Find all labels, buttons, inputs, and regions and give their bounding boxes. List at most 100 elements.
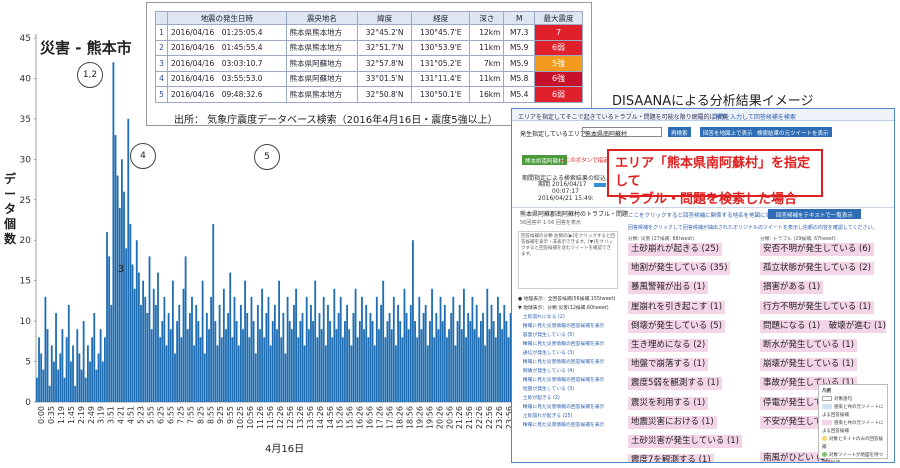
answer-tag[interactable]: 行方不明が発生している (1) (760, 300, 874, 314)
disaster-column: 分類: 災害 (27候補, 88tweet) 土砂崩れが起きる (25) 地割が発… (628, 235, 756, 462)
show-tweets-button[interactable]: 検索結果の元ツイートを表示 (754, 127, 832, 137)
tree-item[interactable]: 精報に見た災害情報の回答候補を表示 (518, 403, 622, 412)
answer-tag[interactable]: 倒壊が発生している (5) (628, 319, 725, 333)
chart-bar (188, 313, 191, 402)
tree-item[interactable]: 地震が発生している (3) (518, 385, 622, 394)
period-end: 2016/04/21 15:49: (538, 195, 594, 202)
answer-tag[interactable]: 孤立状態が発生している (2) (760, 262, 874, 276)
chart-bar (108, 256, 111, 402)
x-tick-label: 20:56 (445, 406, 454, 429)
chart-bar (320, 329, 323, 402)
chart-bar (303, 345, 306, 402)
map-hint-link[interactable]: ここをクリックすると回答候補に関係する地名を地図に表示 (628, 211, 777, 219)
chart-bar (433, 337, 436, 402)
show-map-button[interactable]: 回答を地図上で表示 (700, 127, 756, 137)
chart-bar (53, 361, 55, 402)
y-tick-label: 20 (20, 236, 32, 246)
chart-bar (352, 313, 355, 402)
answer-tag[interactable]: 安否不明が発生している (6) (760, 243, 874, 256)
x-tick-label: 9:25 (216, 406, 225, 424)
chart-bar (414, 321, 416, 402)
answer-tag[interactable]: 崖崩れを引き起こす (1) (628, 300, 726, 314)
tweet-hint: 回答候補をクリックして回答候補が抽出されたオリジナルのツイートを表示し信頼の内容… (628, 225, 878, 231)
chart-bar (86, 345, 89, 402)
tree-item[interactable]: ▼ 地球表示：分類 災害(12候補,60tweet) (518, 304, 622, 313)
left-pane-description: 回答候補の分類 左側の[▶]をクリックすると回答候補を表示・非表示できます。[▼… (518, 231, 618, 289)
answer-tag[interactable]: 震災を利用する (1) (628, 396, 709, 410)
chart-bar (242, 329, 244, 402)
chart-bar (278, 280, 281, 402)
chart-bar (333, 288, 336, 402)
answer-tag[interactable]: 地盤で崩落する (1) (628, 358, 709, 372)
chart-bar (72, 345, 74, 402)
answer-tag[interactable]: 崩壊が発生している (1) (760, 358, 857, 372)
tree-item[interactable]: 通信が発生している (3) (518, 349, 622, 358)
chart-bar (373, 345, 376, 402)
tree-item[interactable]: 土砂崩れが起きる (25) (518, 412, 622, 421)
chart-bar (252, 321, 255, 402)
chart-bar (344, 321, 346, 402)
chart-bar (106, 232, 108, 402)
chart-bar (501, 329, 504, 402)
chart-bar (293, 304, 295, 402)
tree-item[interactable]: 精報に見た災害情報の回答候補を表示 (518, 358, 622, 367)
answer-tag[interactable]: 土砂災害が発生している (1) (628, 434, 742, 448)
answer-tag[interactable]: 問題になる (1) 破壊が進む (1) (760, 319, 886, 333)
chart-bar (405, 313, 408, 402)
re-search-button[interactable]: 再検索 (668, 127, 691, 137)
answer-tag[interactable]: 地割が発生している (35) (628, 262, 731, 276)
tree-item[interactable]: 倒壊が発生している (4) (518, 367, 622, 376)
tree-item[interactable]: 土砂崩れになる (2) (518, 313, 622, 322)
tree-item[interactable]: 容量が発生している (5) (518, 331, 622, 340)
answer-tag[interactable]: 土砂崩れが起きる (25) (628, 243, 722, 256)
disaana-panel: エリアを指定してそこで起きているトラブル・問題を可能な限り網羅的に検索 質問を入… (511, 108, 895, 463)
answer-tag[interactable]: 震度7を観測する (1) (628, 454, 714, 462)
chart-bar (488, 329, 491, 402)
answer-tag[interactable]: 地震災害における (1) (628, 415, 717, 429)
x-axis-label: 4月16日 (265, 444, 305, 455)
tree-item[interactable]: 精報に見た災害情報の回答候補を表示 (518, 322, 622, 331)
header-intensity: 最大震度 (534, 11, 583, 25)
table-row: 5 2016/04/16 09:48:32.6 熊本県熊本地方 32°50.8'N 13… (155, 86, 583, 103)
chart-bar (392, 296, 395, 402)
tree-item[interactable]: 精報に見た災害情報の回答候補を表示 (518, 340, 622, 349)
callout-box: エリア「熊本県南阿蘇村」を指定して トラブル・問題を検索した場合 (607, 149, 823, 207)
tree-item[interactable]: 土砂が起きる (2) (518, 394, 622, 403)
chart-bar (235, 321, 238, 402)
list-as-text-button[interactable]: 回答候補をテキストで一覧表示 (768, 209, 861, 219)
tree-item[interactable]: ● 地理表示：全回答候補(56候補,155tweet) (518, 295, 622, 304)
answer-tag[interactable]: 生き埋めになる (2) (628, 338, 709, 352)
area-input[interactable]: 熊本県南阿蘇村 (582, 127, 662, 138)
chart-bar (227, 313, 230, 402)
period-slider[interactable] (594, 183, 606, 187)
chart-bar (69, 361, 72, 402)
chart-bar (135, 240, 138, 402)
answer-tag[interactable] (760, 435, 766, 446)
chart-bar (233, 296, 236, 402)
chart-bar (446, 337, 448, 402)
chart-bar (424, 304, 427, 402)
chart-bar (201, 280, 204, 402)
table-row: 1 2016/04/16 01:25:05.4 熊本県熊本地方 32°45.2'N 13… (155, 24, 583, 41)
chart-bar (110, 304, 113, 402)
chart-bar (131, 264, 134, 402)
area-label: 発生指定しているエリア: (520, 131, 588, 138)
x-tick-label: 1:19 (57, 406, 66, 424)
chart-bar (157, 272, 159, 402)
chart-bar (159, 337, 162, 402)
chart-bar (503, 304, 506, 402)
area-search-tab[interactable]: エリアを指定してそこで起きているトラブル・問題を可能な限り網羅的に検索 (518, 112, 728, 121)
header-depth: 深さ (469, 11, 505, 25)
tree-item[interactable]: 精報に見た災害情報の回答候補を表示 (518, 376, 622, 385)
x-tick-label: 21:56 (465, 406, 474, 429)
answer-tag[interactable]: 震度5弱を観測する (1) (628, 377, 723, 391)
chart-bar (63, 377, 66, 402)
answer-tag[interactable]: 損害がある (1) (760, 281, 824, 295)
question-search-tab[interactable]: 質問を入力して回答候補を検索 (712, 112, 796, 121)
x-tick-label: 7:55 (186, 406, 195, 424)
legend-item: 対象とタイトのみの回答候補 (822, 436, 884, 452)
x-tick-label: 23:26 (495, 406, 504, 429)
tree-item[interactable]: 精報に見た災害情報の回答候補を表示 (518, 421, 622, 430)
answer-tag[interactable]: 暴風警報が出る (1) (628, 281, 709, 295)
answer-tag[interactable]: 断水が発生している (1) (760, 338, 857, 352)
